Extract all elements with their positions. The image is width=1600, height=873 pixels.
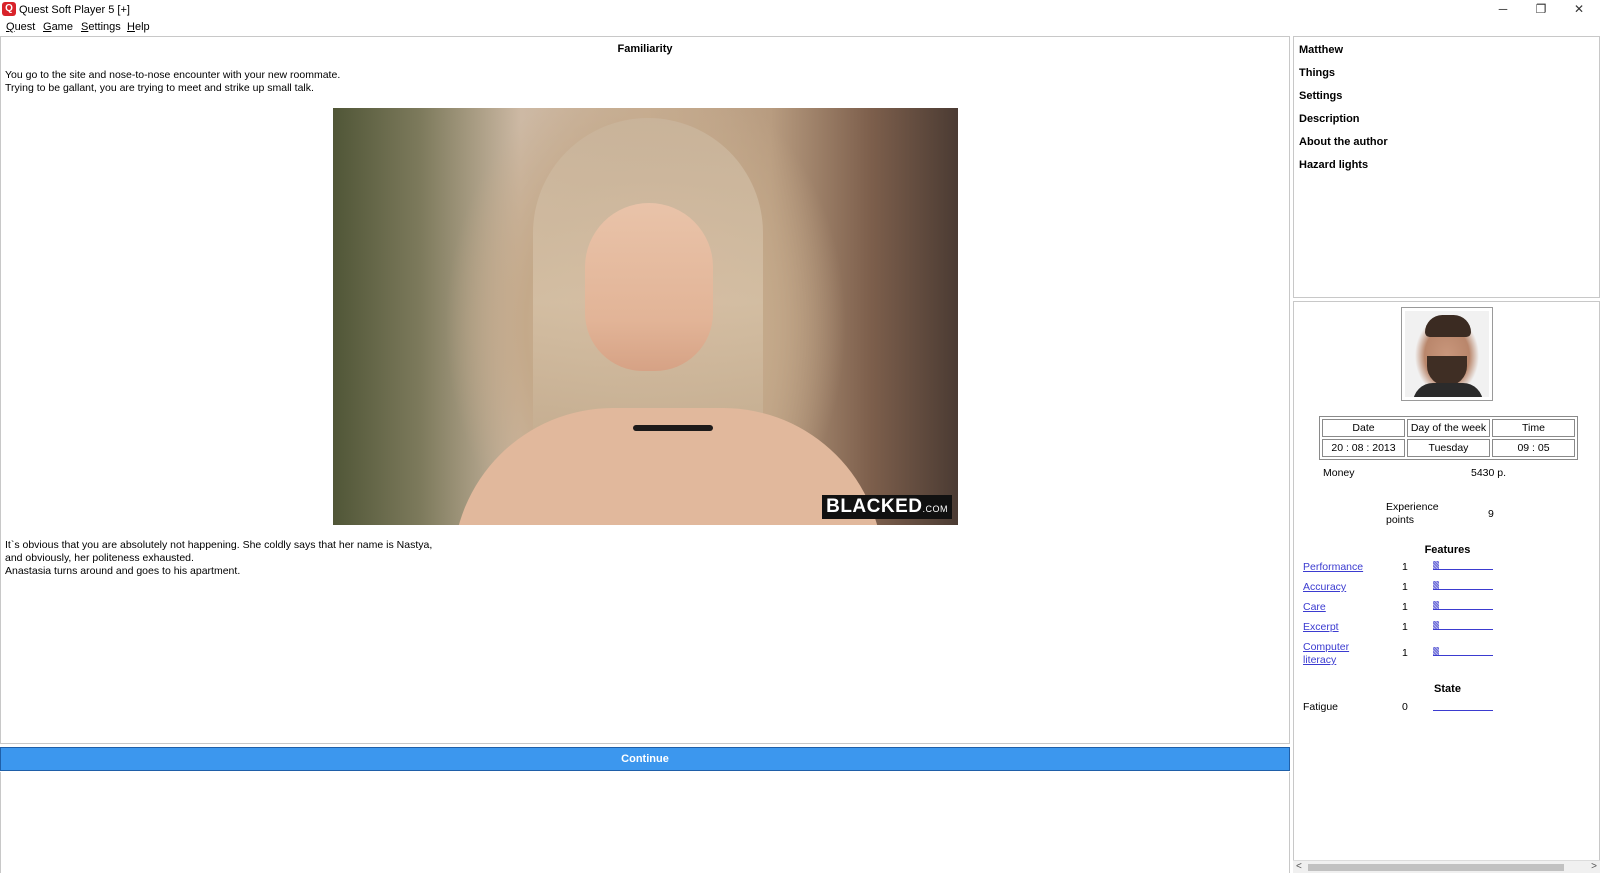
feature-excerpt-value: 1 <box>1402 621 1408 633</box>
feature-performance-bar <box>1433 561 1493 570</box>
horizontal-scrollbar[interactable]: < > <box>1293 860 1600 873</box>
menu-settings[interactable]: Settings <box>81 21 121 33</box>
menu-quest-accel: Q <box>6 21 15 33</box>
story-pane: Familiarity You go to the site and nose-… <box>0 36 1290 744</box>
feature-accuracy-bar <box>1433 581 1493 590</box>
feature-computer-literacy-bar <box>1433 647 1493 656</box>
experience-value: 9 <box>1488 508 1494 520</box>
feature-care-value: 1 <box>1402 601 1408 613</box>
weekday-header: Day of the week <box>1407 419 1490 437</box>
watermark-suffix: .COM <box>922 504 948 514</box>
feature-computer-literacy-link[interactable]: Computer literacy <box>1303 641 1349 667</box>
image-face-shape <box>585 203 713 371</box>
feature-excerpt-bar <box>1433 621 1493 630</box>
close-button[interactable]: ✕ <box>1560 0 1598 20</box>
avatar-beard-shape <box>1427 356 1467 386</box>
datetime-value-row: 20 : 08 : 2013 Tuesday 09 : 05 <box>1322 439 1575 457</box>
menu-quest[interactable]: Quest <box>6 21 35 33</box>
scroll-right-icon[interactable]: > <box>1591 861 1597 872</box>
time-header: Time <box>1492 419 1575 437</box>
bottom-empty-area <box>0 772 1290 873</box>
scene-intro-text: You go to the site and nose-to-nose enco… <box>5 69 341 94</box>
maximize-button[interactable]: ❐ <box>1522 0 1560 20</box>
fatigue-bar <box>1433 702 1493 711</box>
menu-help-accel: H <box>127 21 135 33</box>
date-header: Date <box>1322 419 1405 437</box>
money-value: 5430 р. <box>1471 467 1507 479</box>
menu-game-accel: G <box>43 21 52 33</box>
money-label: Money <box>1323 467 1355 479</box>
scene-title: Familiarity <box>617 43 673 55</box>
scene-outro-text: It`s obvious that you are absolutely not… <box>5 539 433 577</box>
datetime-table: Date Day of the week Time 20 : 08 : 2013… <box>1319 416 1578 460</box>
side-menu-item-matthew[interactable]: Matthew <box>1299 44 1343 56</box>
menu-settings-rest: ettings <box>88 21 121 33</box>
menu-help[interactable]: Help <box>127 21 150 33</box>
menu-quest-rest: uest <box>14 21 36 33</box>
scroll-left-icon[interactable]: < <box>1296 861 1302 872</box>
feature-performance-value: 1 <box>1402 561 1408 573</box>
date-value: 20 : 08 : 2013 <box>1322 439 1405 457</box>
scene-image: BLACKED.COM <box>333 108 958 525</box>
feature-care-bar <box>1433 601 1493 610</box>
title-bar: Q Quest Soft Player 5 [+] ─ ❐ ✕ <box>0 0 1600 20</box>
status-panel: Date Day of the week Time 20 : 08 : 2013… <box>1293 301 1600 873</box>
feature-excerpt-fill <box>1433 621 1439 629</box>
weekday-value: Tuesday <box>1407 439 1490 457</box>
features-title: Features <box>1424 544 1471 556</box>
side-menu-item-things[interactable]: Things <box>1299 67 1335 79</box>
feature-computer-literacy-fill <box>1433 647 1439 655</box>
fatigue-value: 0 <box>1402 701 1408 713</box>
feature-excerpt-link[interactable]: Excerpt <box>1303 621 1339 634</box>
continue-button[interactable]: Continue <box>0 747 1290 771</box>
fatigue-label: Fatigue <box>1303 701 1339 713</box>
feature-care-link[interactable]: Care <box>1303 601 1326 614</box>
side-menu: Matthew Things Settings Description Abou… <box>1293 36 1600 298</box>
avatar-shirt-shape <box>1413 383 1483 397</box>
menu-bar: Quest Game Settings Help <box>0 20 1600 36</box>
side-menu-item-hazard-lights[interactable]: Hazard lights <box>1299 159 1368 171</box>
avatar-portrait <box>1405 311 1489 397</box>
side-menu-item-settings[interactable]: Settings <box>1299 90 1342 102</box>
menu-game[interactable]: Game <box>43 21 73 33</box>
feature-accuracy-fill <box>1433 581 1439 589</box>
feature-accuracy-link[interactable]: Accuracy <box>1303 581 1346 594</box>
menu-help-rest: elp <box>134 21 150 33</box>
app-logo-icon: Q <box>2 2 16 16</box>
menu-game-rest: ame <box>51 21 73 33</box>
avatar-hair-shape <box>1425 315 1471 337</box>
feature-care-fill <box>1433 601 1439 609</box>
minimize-button[interactable]: ─ <box>1484 0 1522 20</box>
feature-performance-fill <box>1433 561 1439 569</box>
state-title: State <box>1434 683 1461 695</box>
image-watermark: BLACKED.COM <box>822 495 952 519</box>
experience-label: Experience points <box>1386 501 1439 526</box>
datetime-header-row: Date Day of the week Time <box>1322 419 1575 437</box>
side-menu-item-description[interactable]: Description <box>1299 113 1360 125</box>
feature-computer-literacy-value: 1 <box>1402 647 1408 659</box>
window-title: Quest Soft Player 5 [+] <box>19 4 130 16</box>
feature-accuracy-value: 1 <box>1402 581 1408 593</box>
watermark-main: BLACKED <box>826 496 923 517</box>
time-value: 09 : 05 <box>1492 439 1575 457</box>
scrollbar-thumb[interactable] <box>1308 864 1564 871</box>
feature-performance-link[interactable]: Performance <box>1303 561 1363 574</box>
avatar <box>1401 307 1493 401</box>
image-choker-shape <box>633 425 713 431</box>
side-menu-item-about-author[interactable]: About the author <box>1299 136 1388 148</box>
